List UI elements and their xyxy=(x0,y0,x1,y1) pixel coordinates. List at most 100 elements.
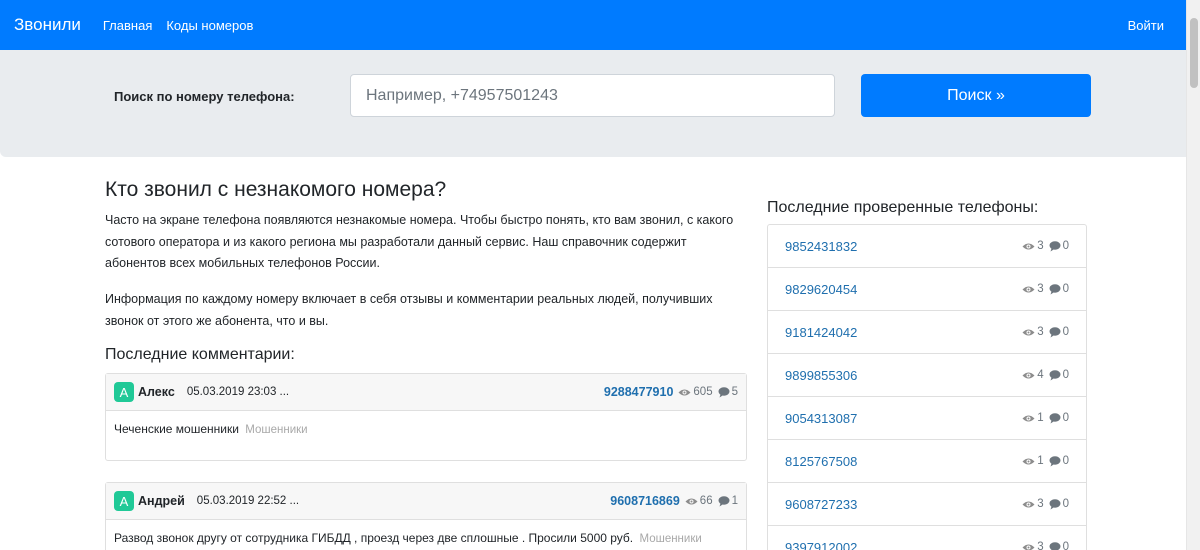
eye-icon xyxy=(1022,457,1035,466)
comment-icon xyxy=(1049,326,1061,338)
search-panel: Поиск по номеру телефона: Поиск » xyxy=(0,50,1186,157)
phone-link[interactable]: 9181424042 xyxy=(785,325,857,340)
comment-author: Андрей xyxy=(138,494,185,508)
list-item: 9899855306 4 0 xyxy=(768,354,1086,397)
scrollbar-thumb[interactable] xyxy=(1190,18,1198,88)
comment-icon xyxy=(1049,240,1061,252)
comment-header: А Алекс 05.03.2019 23:03 ... 9288477910 … xyxy=(106,374,746,411)
nav-link-codes[interactable]: Коды номеров xyxy=(166,18,253,33)
comments-count: 0 xyxy=(1062,541,1069,550)
comments-count: 0 xyxy=(1062,326,1069,338)
phone-link[interactable]: 9054313087 xyxy=(785,411,857,426)
comment-icon xyxy=(1049,283,1061,295)
brand-logo[interactable]: Звонили xyxy=(14,15,81,35)
eye-icon xyxy=(1022,543,1035,550)
nav-link-home[interactable]: Главная xyxy=(103,18,152,33)
list-item: 9181424042 3 0 xyxy=(768,311,1086,354)
comments-count: 0 xyxy=(1062,455,1069,467)
comment-icon xyxy=(1049,498,1061,510)
comment-text: Развод звонок другу от сотрудника ГИБДД … xyxy=(114,531,634,545)
comment-icon xyxy=(718,495,730,507)
comments-heading: Последние комментарии: xyxy=(105,346,295,363)
eye-icon xyxy=(1022,328,1035,337)
views-count: 3 xyxy=(1037,283,1044,295)
views-count: 3 xyxy=(1037,498,1044,510)
comment-author: Алекс xyxy=(138,385,175,399)
list-item: 9852431832 3 0 xyxy=(768,225,1086,268)
comment-icon xyxy=(718,386,730,398)
comment-phone-link[interactable]: 9288477910 xyxy=(604,385,674,399)
phone-link[interactable]: 8125767508 xyxy=(785,454,857,469)
comment-card: А Андрей 05.03.2019 22:52 ... 9608716869… xyxy=(105,482,747,550)
eye-icon xyxy=(1022,285,1035,294)
comments-count: 0 xyxy=(1062,498,1069,510)
views-count: 605 xyxy=(693,386,713,398)
phone-search-input[interactable] xyxy=(350,74,835,117)
list-item: 9829620454 3 0 xyxy=(768,268,1086,311)
eye-icon xyxy=(1022,500,1035,509)
list-item: 9608727233 3 0 xyxy=(768,483,1086,526)
views-count: 3 xyxy=(1037,541,1044,550)
comment-body: Развод звонок другу от сотрудника ГИБДД … xyxy=(106,520,746,550)
comment-icon xyxy=(1049,541,1061,550)
top-navbar: Звонили Главная Коды номеров Войти xyxy=(0,0,1186,50)
search-label: Поиск по номеру телефона: xyxy=(114,89,295,104)
comments-count: 1 xyxy=(731,495,738,507)
comment-icon xyxy=(1049,455,1061,467)
page-scrollbar[interactable] xyxy=(1186,0,1200,550)
comment-tag: Мошенники xyxy=(245,424,308,436)
phone-link[interactable]: 9899855306 xyxy=(785,368,857,383)
intro-paragraph: Часто на экране телефона появляются незн… xyxy=(105,213,734,270)
eye-icon xyxy=(1022,371,1035,380)
avatar: А xyxy=(114,382,134,402)
comment-header: А Андрей 05.03.2019 22:52 ... 9608716869… xyxy=(106,483,746,520)
phone-stats: 3 0 xyxy=(1022,283,1069,295)
list-item: 9397912002 3 0 xyxy=(768,526,1086,550)
comment-text: Чеченские мошенники xyxy=(114,422,239,436)
views-count: 66 xyxy=(699,495,713,507)
comment-meta: 9608716869 66 1 xyxy=(610,494,738,508)
comment-card: А Алекс 05.03.2019 23:03 ... 9288477910 … xyxy=(105,373,747,461)
eye-icon xyxy=(678,388,691,397)
views-count: 1 xyxy=(1037,412,1044,424)
comment-phone-link[interactable]: 9608716869 xyxy=(610,494,680,508)
phone-stats: 1 0 xyxy=(1022,455,1069,467)
phone-link[interactable]: 9852431832 xyxy=(785,239,857,254)
avatar: А xyxy=(114,491,134,511)
comment-meta: 9288477910 605 5 xyxy=(604,385,738,399)
phone-stats: 3 0 xyxy=(1022,326,1069,338)
phone-stats: 3 0 xyxy=(1022,541,1069,550)
login-link[interactable]: Войти xyxy=(1128,18,1164,33)
phone-stats: 1 0 xyxy=(1022,412,1069,424)
phone-link[interactable]: 9829620454 xyxy=(785,282,857,297)
comment-icon xyxy=(1049,412,1061,424)
comment-date[interactable]: 05.03.2019 23:03 ... xyxy=(187,386,289,398)
comments-count: 5 xyxy=(731,386,738,398)
comment-date[interactable]: 05.03.2019 22:52 ... xyxy=(197,495,299,507)
page-title: Кто звонил с незнакомого номера? xyxy=(105,178,447,201)
views-count: 4 xyxy=(1037,369,1044,381)
info-paragraph: Информация по каждому номеру включает в … xyxy=(105,292,713,328)
comments-count: 0 xyxy=(1062,369,1069,381)
recent-phones-heading: Последние проверенные телефоны: xyxy=(767,199,1039,216)
comment-tag: Мошенники xyxy=(639,533,702,545)
eye-icon xyxy=(1022,414,1035,423)
comment-body: Чеченские мошенники Мошенники xyxy=(106,411,746,447)
comments-count: 0 xyxy=(1062,283,1069,295)
phone-link[interactable]: 9397912002 xyxy=(785,540,857,550)
search-button[interactable]: Поиск » xyxy=(861,74,1091,117)
phone-stats: 3 0 xyxy=(1022,498,1069,510)
phone-stats: 4 0 xyxy=(1022,369,1069,381)
phone-link[interactable]: 9608727233 xyxy=(785,497,857,512)
views-count: 3 xyxy=(1037,240,1044,252)
list-item: 9054313087 1 0 xyxy=(768,397,1086,440)
comments-count: 0 xyxy=(1062,240,1069,252)
phone-stats: 3 0 xyxy=(1022,240,1069,252)
list-item: 8125767508 1 0 xyxy=(768,440,1086,483)
comments-count: 0 xyxy=(1062,412,1069,424)
views-count: 3 xyxy=(1037,326,1044,338)
recent-phones-list: 9852431832 3 0 9829620454 3 0 9181424042… xyxy=(767,224,1087,550)
eye-icon xyxy=(685,497,698,506)
comment-icon xyxy=(1049,369,1061,381)
views-count: 1 xyxy=(1037,455,1044,467)
